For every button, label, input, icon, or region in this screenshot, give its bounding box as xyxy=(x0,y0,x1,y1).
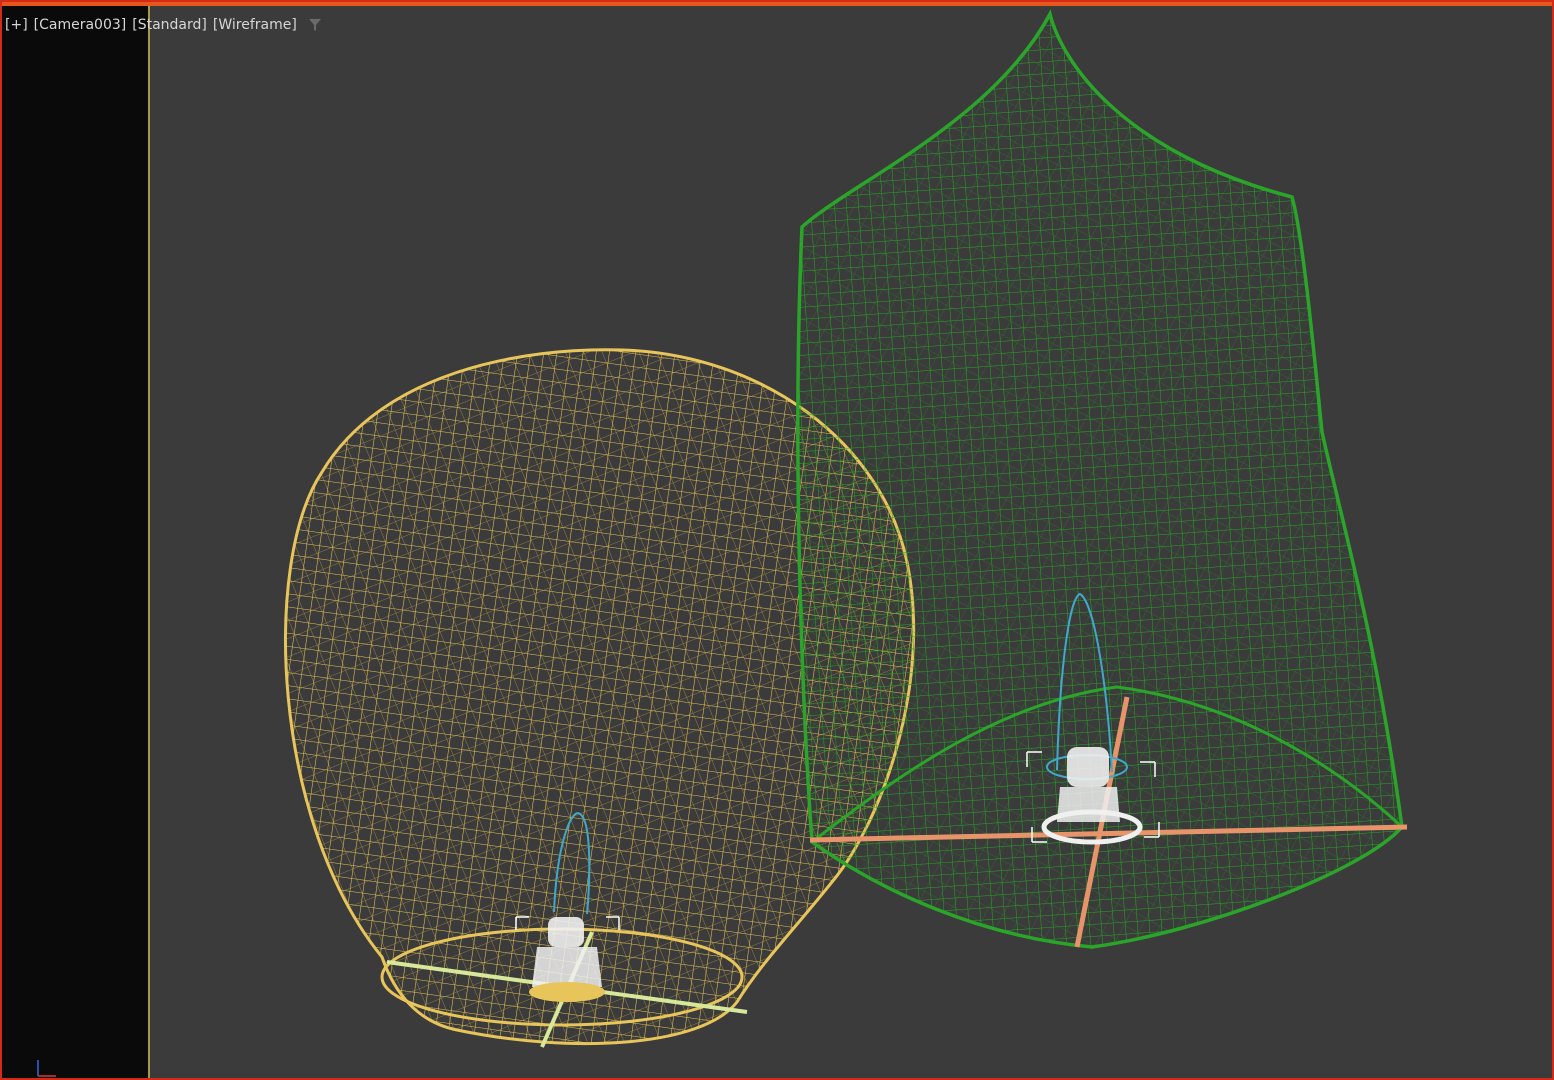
axis-tripod-icon xyxy=(37,1060,56,1077)
viewport-camera003[interactable]: [+] [Camera003] [Standard] [Wireframe] xyxy=(0,0,1554,1080)
viewport-plus-menu[interactable]: [+] xyxy=(4,17,29,33)
viewport-camera-menu[interactable]: [Camera003] xyxy=(33,17,128,33)
viewport-shading-preset-menu[interactable]: [Standard] xyxy=(131,17,208,33)
viewport-display-mode-menu[interactable]: [Wireframe] xyxy=(212,17,298,33)
viewport-label-menu: [+] [Camera003] [Standard] [Wireframe] xyxy=(4,14,322,36)
filter-icon[interactable] xyxy=(308,18,322,32)
scene-canvas[interactable] xyxy=(2,2,1554,1080)
green-lantern-wireframe[interactable] xyxy=(782,2,1422,962)
